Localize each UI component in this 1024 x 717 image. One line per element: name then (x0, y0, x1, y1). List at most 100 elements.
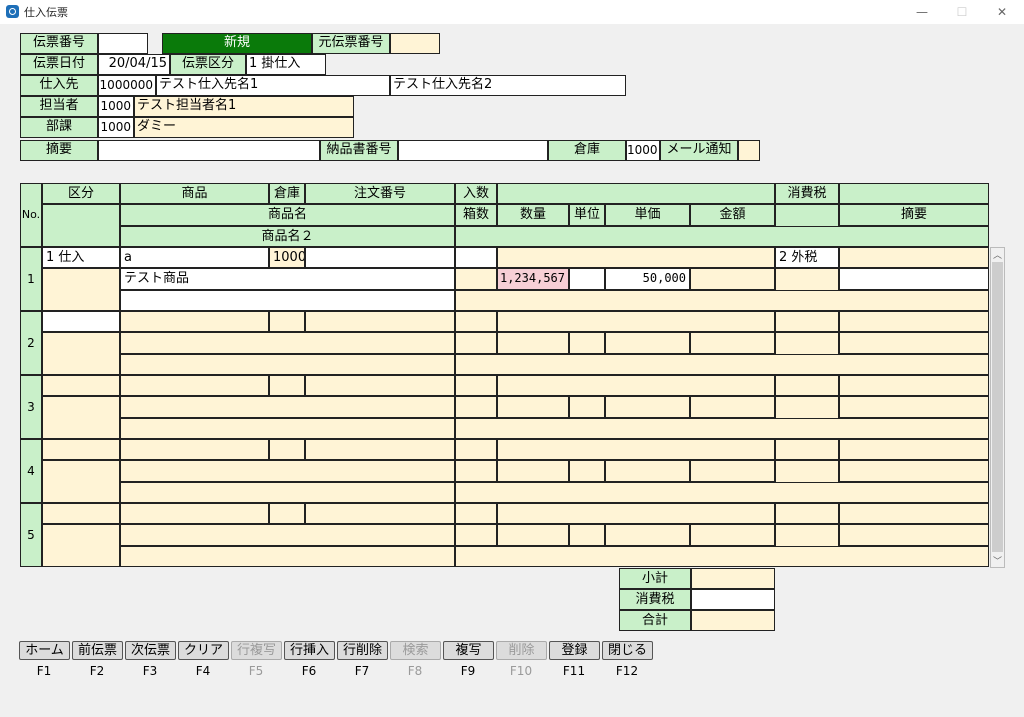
item-name2-cell[interactable] (120, 290, 455, 311)
quantity-cell[interactable]: 1,234,567 (497, 268, 569, 290)
orig-slip-input[interactable] (390, 33, 440, 54)
unit-cell[interactable] (569, 524, 605, 546)
price-cell[interactable] (605, 524, 690, 546)
delivery-input[interactable] (398, 140, 548, 161)
kubun-cell[interactable]: 1 仕入 (42, 247, 120, 268)
fkey-button-f9[interactable]: 複写 (443, 641, 494, 660)
mail-notify-input[interactable] (738, 140, 760, 161)
irisu-cell[interactable] (455, 311, 497, 332)
fkey-button-f8[interactable]: 検索 (390, 641, 441, 660)
memo-cell[interactable] (839, 524, 989, 546)
hakosu-cell[interactable] (455, 332, 497, 354)
item-name-cell[interactable] (120, 460, 455, 482)
unit-cell[interactable] (569, 268, 605, 290)
warehouse-code-input[interactable]: 1000 (626, 140, 660, 161)
unit-cell[interactable] (569, 332, 605, 354)
slip-no-input[interactable] (98, 33, 148, 54)
fkey-button-f12[interactable]: 閉じる (602, 641, 653, 660)
title-bar (0, 0, 1024, 24)
dept-code-input[interactable]: 1000 (98, 117, 134, 138)
tax-type-cell[interactable]: 2 外税 (775, 247, 839, 268)
amount-cell (690, 332, 775, 354)
staff-code-input[interactable]: 1000 (98, 96, 134, 117)
price-cell[interactable]: 50,000 (605, 268, 690, 290)
fkey-button-f1[interactable]: ホーム (19, 641, 70, 660)
chumon-cell[interactable] (305, 439, 455, 460)
hakosu-cell[interactable] (455, 396, 497, 418)
shohin-cell[interactable] (120, 439, 269, 460)
item-name-cell[interactable] (120, 524, 455, 546)
kubun-cell[interactable] (42, 311, 120, 332)
blank-cell (455, 546, 989, 567)
irisu-cell[interactable] (455, 439, 497, 460)
item-name-cell[interactable] (120, 332, 455, 354)
fkey-button-f7[interactable]: 行削除 (337, 641, 388, 660)
price-cell[interactable] (605, 460, 690, 482)
soko-cell[interactable] (269, 311, 305, 332)
quantity-cell[interactable] (497, 460, 569, 482)
soko-cell[interactable] (269, 375, 305, 396)
soko-cell[interactable] (269, 439, 305, 460)
irisu-cell[interactable] (455, 503, 497, 524)
hakosu-cell[interactable] (455, 460, 497, 482)
scroll-down-icon[interactable]: ﹀ (992, 554, 1003, 567)
fkey-label-f8: F8 (407, 664, 423, 678)
tax-type-cell[interactable] (775, 439, 839, 460)
shohin-cell[interactable] (120, 503, 269, 524)
shohin-cell[interactable] (120, 375, 269, 396)
shohin-cell[interactable]: a (120, 247, 269, 268)
soko-cell[interactable] (269, 503, 305, 524)
item-name2-cell[interactable] (120, 546, 455, 567)
fkey-button-f11[interactable]: 登録 (549, 641, 600, 660)
total-value (691, 610, 775, 631)
item-name-cell[interactable] (120, 396, 455, 418)
quantity-cell[interactable] (497, 524, 569, 546)
minimize-button[interactable]: — (902, 2, 942, 22)
quantity-cell[interactable] (497, 396, 569, 418)
tax-type-cell[interactable] (775, 503, 839, 524)
scroll-thumb[interactable] (992, 262, 1003, 552)
item-name-cell[interactable]: テスト商品 (120, 268, 455, 290)
fkey-button-f2[interactable]: 前伝票 (72, 641, 123, 660)
tax-type-cell[interactable] (775, 375, 839, 396)
hakosu-cell[interactable] (455, 268, 497, 290)
irisu-cell[interactable] (455, 375, 497, 396)
maximize-button[interactable]: ☐ (942, 2, 982, 22)
date-input[interactable]: 20/04/15 (98, 54, 170, 75)
quantity-cell[interactable] (497, 332, 569, 354)
type-input[interactable]: 1 掛仕入 (246, 54, 326, 75)
irisu-cell[interactable] (455, 247, 497, 268)
memo-cell[interactable] (839, 268, 989, 290)
chumon-cell[interactable] (305, 375, 455, 396)
memo-cell[interactable] (839, 332, 989, 354)
price-cell[interactable] (605, 396, 690, 418)
scroll-up-icon[interactable]: ︿ (992, 248, 1003, 261)
price-cell[interactable] (605, 332, 690, 354)
fkey-button-f3[interactable]: 次伝票 (125, 641, 176, 660)
chumon-cell[interactable] (305, 311, 455, 332)
kubun-cell[interactable] (42, 503, 120, 524)
soko-cell[interactable]: 1000 (269, 247, 305, 268)
chumon-cell[interactable] (305, 247, 455, 268)
item-name2-cell[interactable] (120, 418, 455, 439)
unit-cell[interactable] (569, 460, 605, 482)
chumon-cell[interactable] (305, 503, 455, 524)
supplier-code-input[interactable]: 1000000 (98, 75, 156, 96)
unit-cell[interactable] (569, 396, 605, 418)
fkey-button-f6[interactable]: 行挿入 (284, 641, 335, 660)
kubun-cell[interactable] (42, 375, 120, 396)
row-number: 2 (20, 311, 42, 375)
item-name2-cell[interactable] (120, 354, 455, 375)
fkey-button-f5[interactable]: 行複写 (231, 641, 282, 660)
shohin-cell[interactable] (120, 311, 269, 332)
fkey-button-f10[interactable]: 削除 (496, 641, 547, 660)
close-button[interactable]: ✕ (982, 2, 1022, 22)
item-name2-cell[interactable] (120, 482, 455, 503)
kubun-cell[interactable] (42, 439, 120, 460)
memo-input[interactable] (98, 140, 320, 161)
fkey-button-f4[interactable]: クリア (178, 641, 229, 660)
hakosu-cell[interactable] (455, 524, 497, 546)
memo-cell[interactable] (839, 460, 989, 482)
tax-type-cell[interactable] (775, 311, 839, 332)
memo-cell[interactable] (839, 396, 989, 418)
